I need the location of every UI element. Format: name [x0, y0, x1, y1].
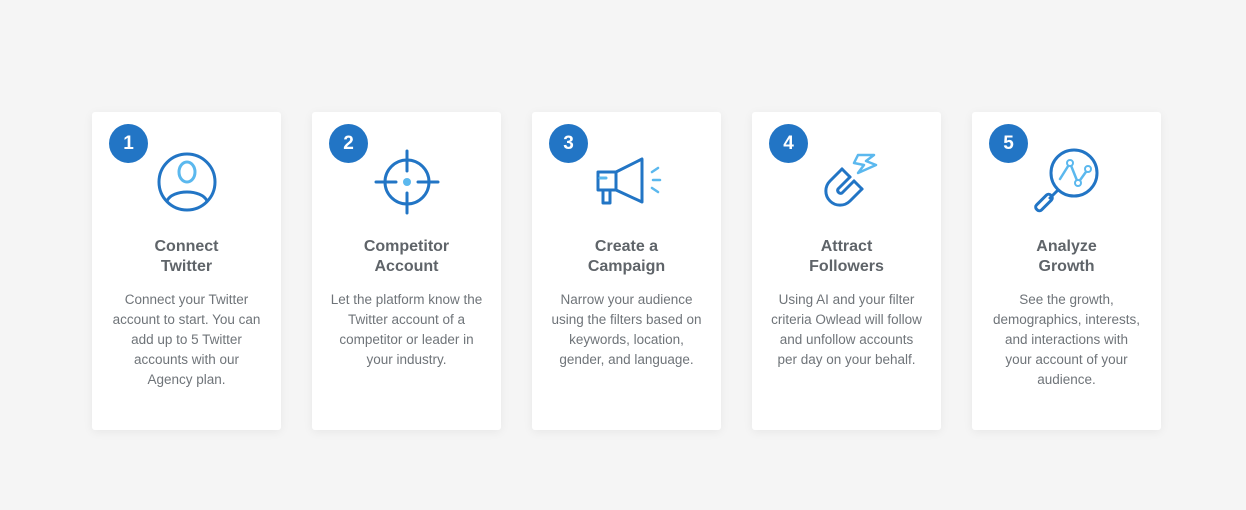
step-card-competitor-account: 2 Competitor Account Let the platform kn…	[312, 112, 501, 430]
user-profile-icon	[152, 147, 222, 217]
step-card-attract-followers: 4 Attract Followers Using AI and your fi…	[752, 112, 941, 430]
step-number-badge: 4	[769, 124, 808, 163]
step-title: Connect Twitter	[154, 238, 219, 275]
step-number-badge: 1	[109, 124, 148, 163]
magnet-icon	[812, 147, 882, 217]
step-number-badge: 2	[329, 124, 368, 163]
step-description: Using AI and your filter criteria Owlead…	[771, 292, 922, 367]
step-title: Analyze Growth	[1036, 238, 1097, 275]
step-card-create-campaign: 3 Create a Campaign Narrow your audience…	[532, 112, 721, 430]
step-number-badge: 3	[549, 124, 588, 163]
step-card-connect-twitter: 1 Connect Twitter Connect your Twitter a…	[92, 112, 281, 430]
step-title: Attract Followers	[809, 238, 884, 275]
step-description: Let the platform know the Twitter accoun…	[330, 292, 483, 367]
step-description: Connect your Twitter account to start. Y…	[112, 292, 261, 387]
step-title: Create a Campaign	[587, 238, 666, 275]
megaphone-icon	[592, 147, 662, 217]
steps-section: 1 Connect Twitter Connect your Twitter a…	[0, 0, 1246, 510]
step-description: See the growth, demographics, interests,…	[992, 292, 1141, 387]
step-number-badge: 5	[989, 124, 1028, 163]
step-card-analyze-growth: 5 Analyze Growth See the growth, demogra…	[972, 112, 1161, 430]
analytics-magnifier-icon	[1032, 147, 1102, 217]
step-description: Narrow your audience using the filters b…	[551, 292, 702, 367]
crosshair-target-icon	[372, 147, 442, 217]
step-title: Competitor Account	[363, 238, 450, 275]
